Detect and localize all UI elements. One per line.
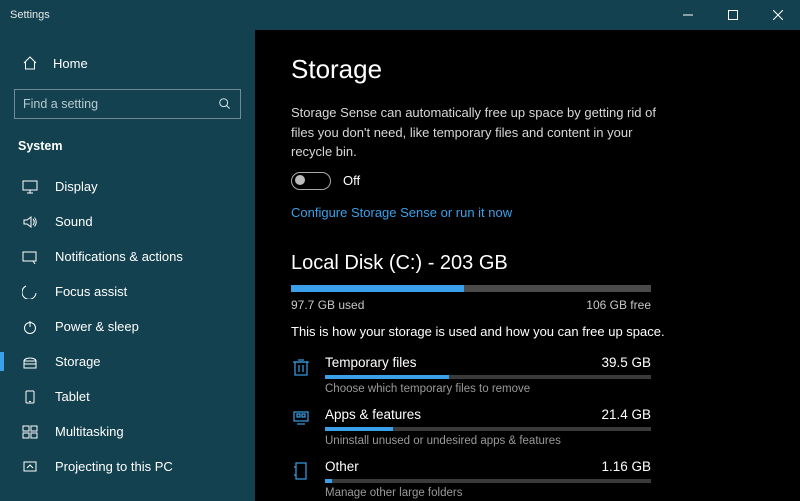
nav-icon [22,250,38,264]
category-bar [325,427,651,431]
minimize-button[interactable] [665,0,710,30]
storage-sense-description: Storage Sense can automatically free up … [291,103,671,162]
sidebar-item-tablet[interactable]: Tablet [0,379,255,414]
main-content: Storage Storage Sense can automatically … [255,30,800,501]
category-name: Other [325,459,359,474]
sidebar-item-focus-assist[interactable]: Focus assist [0,274,255,309]
nav-label: Tablet [55,389,90,404]
category-size: 21.4 GB [601,407,651,422]
storage-category-other[interactable]: Other 1.16 GB Manage other large folders [291,459,764,501]
close-button[interactable] [755,0,800,30]
search-input[interactable] [23,97,218,111]
category-sub: Choose which temporary files to remove [325,383,651,395]
titlebar: Settings [0,0,800,30]
disk-free-label: 106 GB free [586,298,651,312]
nav-icon [22,390,38,404]
storage-sense-toggle[interactable] [291,172,331,190]
nav-icon [22,215,38,229]
category-name: Apps & features [325,407,421,422]
nav-label: Storage [55,354,101,369]
nav-icon [22,355,38,369]
window-title: Settings [10,9,665,21]
category-bar [325,479,651,483]
home-icon [22,55,38,71]
disk-title: Local Disk (C:) - 203 GB [291,252,764,275]
sidebar-item-sound[interactable]: Sound [0,204,255,239]
section-label: System [0,133,255,169]
home-button[interactable]: Home [0,45,255,89]
disk-description: This is how your storage is used and how… [291,324,764,339]
storage-category-apps-features[interactable]: Apps & features 21.4 GB Uninstall unused … [291,407,764,455]
page-title: Storage [291,54,764,85]
maximize-button[interactable] [710,0,755,30]
nav-label: Power & sleep [55,319,139,334]
category-bar [325,375,651,379]
category-name: Temporary files [325,355,417,370]
category-icon [291,459,311,501]
nav-icon [22,320,38,334]
sidebar-item-display[interactable]: Display [0,169,255,204]
disk-usage-bar [291,285,651,292]
category-size: 39.5 GB [601,355,651,370]
category-sub: Uninstall unused or undesired apps & fea… [325,435,651,447]
nav-icon [22,285,38,299]
nav-icon [22,180,38,194]
category-size: 1.16 GB [601,459,651,474]
nav-icon [22,425,38,439]
nav-label: Display [55,179,98,194]
nav-label: Notifications & actions [55,249,183,264]
toggle-state-label: Off [343,173,360,188]
nav-label: Projecting to this PC [55,459,173,474]
search-input-wrapper[interactable] [14,89,241,119]
category-icon [291,407,311,455]
sidebar-item-notifications-actions[interactable]: Notifications & actions [0,239,255,274]
nav-label: Sound [55,214,93,229]
configure-storage-sense-link[interactable]: Configure Storage Sense or run it now [291,205,512,220]
sidebar-item-multitasking[interactable]: Multitasking [0,414,255,449]
nav-label: Focus assist [55,284,127,299]
sidebar: Home System Display Sound Notifications & … [0,30,255,501]
sidebar-item-projecting-to-this-pc[interactable]: Projecting to this PC [0,449,255,484]
nav-icon [22,460,38,474]
sidebar-item-power-sleep[interactable]: Power & sleep [0,309,255,344]
category-sub: Manage other large folders [325,487,651,499]
sidebar-item-storage[interactable]: Storage [0,344,255,379]
category-icon [291,355,311,403]
search-icon [218,97,232,111]
nav-label: Multitasking [55,424,124,439]
storage-category-temporary-files[interactable]: Temporary files 39.5 GB Choose which temp… [291,355,764,403]
window-controls [665,0,800,30]
disk-used-label: 97.7 GB used [291,298,364,312]
home-label: Home [53,56,88,71]
